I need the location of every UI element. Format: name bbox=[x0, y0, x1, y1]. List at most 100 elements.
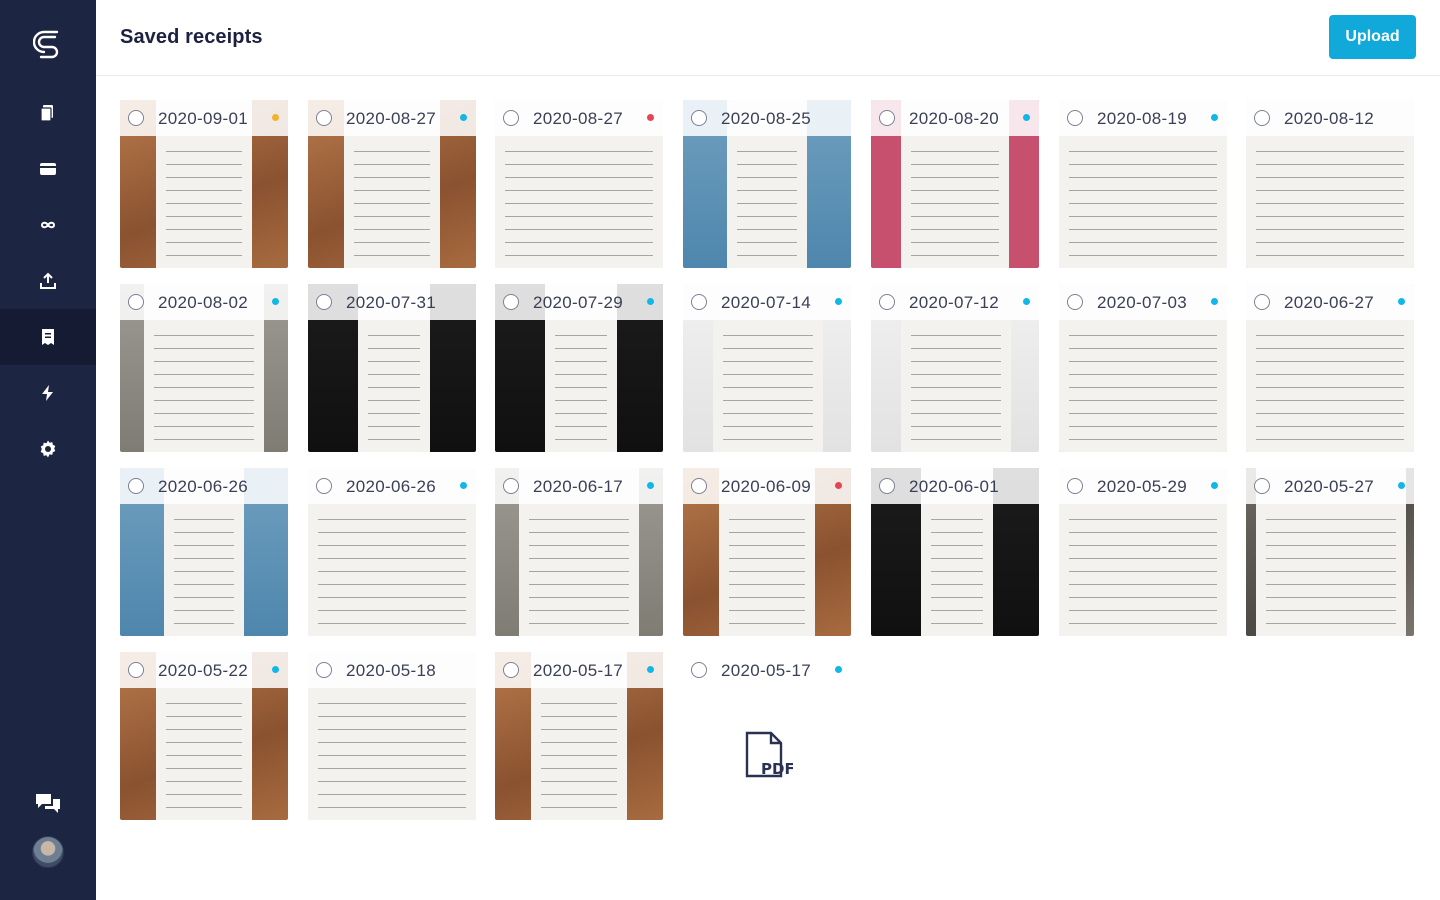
sidebar bbox=[0, 0, 96, 900]
status-dot bbox=[1023, 298, 1030, 305]
status-dot bbox=[460, 482, 467, 489]
select-radio[interactable] bbox=[1067, 478, 1083, 494]
receipt-card[interactable]: 2020-05-29 bbox=[1059, 468, 1227, 636]
select-radio[interactable] bbox=[1067, 294, 1083, 310]
select-radio[interactable] bbox=[503, 294, 519, 310]
status-dot bbox=[647, 666, 654, 673]
select-radio[interactable] bbox=[1254, 294, 1270, 310]
select-radio[interactable] bbox=[503, 478, 519, 494]
receipt-date: 2020-07-03 bbox=[1097, 293, 1187, 312]
select-radio[interactable] bbox=[691, 478, 707, 494]
select-radio[interactable] bbox=[691, 110, 707, 126]
status-dot bbox=[835, 298, 842, 305]
nav-cards[interactable] bbox=[0, 141, 96, 197]
receipt-card[interactable]: 2020-05-17 bbox=[495, 652, 663, 820]
receipt-card[interactable]: 2020-08-25 bbox=[683, 100, 851, 268]
avatar[interactable] bbox=[32, 836, 64, 868]
receipt-date: 2020-06-09 bbox=[721, 477, 811, 496]
receipt-card[interactable]: 2020-06-17 bbox=[495, 468, 663, 636]
receipt-date: 2020-05-29 bbox=[1097, 477, 1187, 496]
receipt-date: 2020-05-17 bbox=[721, 661, 811, 680]
receipt-card[interactable]: 2020-07-14 bbox=[683, 284, 851, 452]
receipt-icon bbox=[42, 329, 54, 345]
receipt-date: 2020-05-17 bbox=[533, 661, 623, 680]
receipt-date: 2020-05-27 bbox=[1284, 477, 1374, 496]
nav-receipts[interactable] bbox=[0, 309, 96, 365]
status-dot bbox=[647, 298, 654, 305]
nav-documents[interactable] bbox=[0, 85, 96, 141]
select-radio[interactable] bbox=[1067, 110, 1083, 126]
select-radio[interactable] bbox=[503, 662, 519, 678]
receipt-date: 2020-08-12 bbox=[1284, 109, 1374, 128]
nav-settings[interactable] bbox=[0, 421, 96, 477]
export-icon bbox=[40, 272, 56, 289]
page-header: Saved receipts Upload bbox=[96, 0, 1440, 76]
status-dot bbox=[272, 298, 279, 305]
page-title: Saved receipts bbox=[120, 26, 263, 48]
select-radio[interactable] bbox=[503, 110, 519, 126]
chat-icon[interactable] bbox=[34, 790, 62, 818]
select-radio[interactable] bbox=[316, 478, 332, 494]
select-radio[interactable] bbox=[128, 110, 144, 126]
receipt-card[interactable]: 2020-07-29 bbox=[495, 284, 663, 452]
receipt-card[interactable]: 2020-08-19 bbox=[1059, 100, 1227, 268]
receipt-date: 2020-07-14 bbox=[721, 293, 811, 312]
receipt-card[interactable]: 2020-06-26 bbox=[308, 468, 476, 636]
receipt-date: 2020-06-17 bbox=[533, 477, 623, 496]
nav-automations[interactable] bbox=[0, 365, 96, 421]
receipt-card[interactable]: 2020-05-22 bbox=[120, 652, 288, 820]
receipt-card[interactable]: 2020-06-27 bbox=[1246, 284, 1414, 452]
app-logo-icon[interactable] bbox=[28, 24, 68, 64]
select-radio[interactable] bbox=[1254, 478, 1270, 494]
receipt-date: 2020-07-29 bbox=[533, 293, 623, 312]
svg-text:PDF: PDF bbox=[761, 760, 793, 778]
receipt-card[interactable]: 2020-06-01 bbox=[871, 468, 1039, 636]
select-radio[interactable] bbox=[128, 662, 144, 678]
receipt-card[interactable]: 2020-05-27 bbox=[1246, 468, 1414, 636]
receipt-card[interactable]: 2020-07-12 bbox=[871, 284, 1039, 452]
receipt-date: 2020-06-26 bbox=[158, 477, 248, 496]
gear-icon bbox=[40, 440, 56, 458]
receipt-card[interactable]: PDF 2020-05-17 bbox=[683, 652, 851, 820]
select-radio[interactable] bbox=[316, 662, 332, 678]
receipt-card[interactable]: 2020-08-20 bbox=[871, 100, 1039, 268]
nav-integrations[interactable] bbox=[0, 197, 96, 253]
select-radio[interactable] bbox=[316, 294, 332, 310]
status-dot bbox=[1398, 482, 1405, 489]
select-radio[interactable] bbox=[691, 662, 707, 678]
receipt-card[interactable]: 2020-06-09 bbox=[683, 468, 851, 636]
status-dot bbox=[1211, 482, 1218, 489]
select-radio[interactable] bbox=[316, 110, 332, 126]
receipt-date: 2020-08-20 bbox=[909, 109, 999, 128]
select-radio[interactable] bbox=[879, 294, 895, 310]
status-dot bbox=[647, 482, 654, 489]
status-dot bbox=[272, 666, 279, 673]
lightning-icon bbox=[42, 385, 53, 401]
documents-icon bbox=[40, 105, 53, 122]
receipt-card[interactable]: 2020-06-26 bbox=[120, 468, 288, 636]
upload-button[interactable]: Upload bbox=[1329, 15, 1416, 59]
select-radio[interactable] bbox=[879, 478, 895, 494]
receipt-card[interactable]: 2020-08-02 bbox=[120, 284, 288, 452]
receipt-date: 2020-06-27 bbox=[1284, 293, 1374, 312]
receipt-date: 2020-06-26 bbox=[346, 477, 436, 496]
select-radio[interactable] bbox=[879, 110, 895, 126]
receipt-card[interactable]: 2020-07-31 bbox=[308, 284, 476, 452]
receipt-card[interactable]: 2020-08-27 bbox=[308, 100, 476, 268]
receipt-card[interactable]: 2020-09-01 bbox=[120, 100, 288, 268]
nav-export[interactable] bbox=[0, 253, 96, 309]
select-radio[interactable] bbox=[128, 294, 144, 310]
select-radio[interactable] bbox=[691, 294, 707, 310]
select-radio[interactable] bbox=[1254, 110, 1270, 126]
select-radio[interactable] bbox=[128, 478, 144, 494]
receipt-card[interactable]: 2020-08-12 bbox=[1246, 100, 1414, 268]
status-dot bbox=[647, 114, 654, 121]
receipt-card[interactable]: 2020-05-18 bbox=[308, 652, 476, 820]
receipt-date: 2020-08-02 bbox=[158, 293, 248, 312]
receipt-card[interactable]: 2020-08-27 bbox=[495, 100, 663, 268]
status-dot bbox=[835, 482, 842, 489]
status-dot bbox=[1398, 298, 1405, 305]
receipt-date: 2020-07-31 bbox=[346, 293, 436, 312]
receipt-date: 2020-05-22 bbox=[158, 661, 248, 680]
receipt-card[interactable]: 2020-07-03 bbox=[1059, 284, 1227, 452]
